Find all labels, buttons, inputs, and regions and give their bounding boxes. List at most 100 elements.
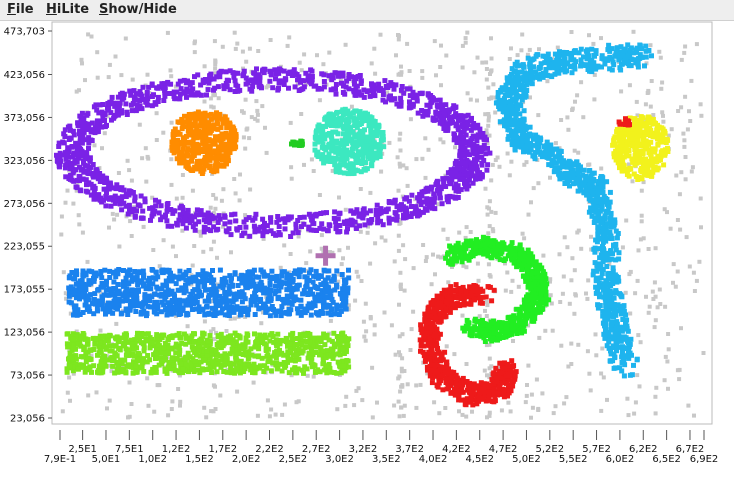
point-blue-bar	[291, 298, 297, 304]
noise-point	[379, 169, 384, 174]
scatter-plot-view[interactable]: 473,703 423,056 373,056 323,056 273,056 223,0…	[0, 21, 734, 489]
noise-point	[536, 181, 541, 186]
point-blue-bar	[308, 312, 314, 318]
noise-point	[218, 393, 223, 398]
menu-file[interactable]: File	[7, 2, 34, 17]
point-blue-bar	[195, 283, 201, 289]
point-outer-ring	[437, 195, 443, 201]
point-lime-bar	[192, 367, 198, 373]
point-outer-ring	[142, 199, 148, 205]
noise-point	[382, 310, 387, 315]
menu-show-hide[interactable]: Show/Hide	[99, 2, 177, 17]
point-outer-ring	[131, 88, 137, 94]
point-lime-bar	[64, 369, 70, 375]
noise-point	[311, 169, 316, 173]
point-blue-bar	[227, 283, 233, 289]
noise-point	[484, 77, 489, 82]
point-outer-ring	[441, 110, 447, 116]
point-blue-bar	[175, 304, 181, 310]
point-outer-ring	[69, 162, 75, 168]
point-outer-ring	[336, 73, 341, 79]
noise-point	[145, 376, 150, 381]
point-outer-ring	[222, 214, 228, 220]
point-blue-bar	[239, 289, 245, 295]
point-outer-ring	[84, 168, 90, 174]
noise-point	[661, 113, 665, 118]
point-outer-ring	[356, 89, 362, 95]
point-outer-ring	[270, 85, 276, 91]
point-blue-bar	[304, 290, 310, 296]
noise-point	[692, 289, 697, 293]
point-teal-blob	[358, 137, 364, 143]
point-lime-bar	[343, 335, 348, 341]
point-blue-bar	[96, 286, 102, 292]
point-blue-bar	[334, 268, 340, 274]
point-outer-ring	[429, 184, 434, 190]
noise-point	[562, 235, 567, 240]
noise-point	[361, 319, 366, 324]
point-outer-ring	[165, 79, 171, 85]
point-blue-bar	[173, 281, 179, 287]
point-outer-ring	[369, 87, 375, 92]
noise-point	[659, 86, 664, 91]
noise-point	[233, 191, 238, 196]
point-blue-bar	[298, 297, 304, 303]
scatter-plot-svg[interactable]: 473,703423,056373,056323,056273,056223,0…	[0, 21, 734, 489]
point-green-tick	[294, 141, 300, 147]
noise-point	[129, 402, 134, 406]
point-lime-bar	[67, 363, 73, 369]
point-orange-blob	[175, 130, 181, 136]
point-blue-bar	[206, 287, 212, 293]
noise-point	[400, 384, 405, 389]
noise-point	[682, 138, 687, 143]
noise-point	[127, 380, 132, 385]
point-outer-ring	[217, 74, 223, 80]
noise-point	[343, 207, 348, 212]
point-teal-blob	[360, 157, 366, 163]
noise-point	[486, 262, 491, 267]
point-blue-bar	[245, 270, 251, 275]
point-outer-ring	[299, 224, 304, 230]
point-outer-ring	[484, 167, 490, 173]
point-blue-bar	[220, 285, 226, 291]
noise-point	[592, 97, 597, 102]
point-outer-ring	[91, 104, 97, 110]
point-teal-blob	[338, 150, 344, 156]
noise-point	[484, 67, 489, 71]
point-outer-ring	[240, 73, 246, 79]
point-outer-ring	[134, 102, 140, 108]
point-lime-bar	[177, 348, 183, 353]
point-teal-blob	[376, 147, 382, 153]
noise-point	[565, 115, 570, 120]
noise-point	[576, 150, 581, 155]
point-outer-ring	[371, 82, 377, 88]
point-outer-ring	[389, 216, 395, 222]
menu-show-hide-rest: how/Hide	[108, 2, 177, 17]
noise-point	[241, 135, 246, 140]
noise-point	[297, 60, 302, 65]
menu-hilite[interactable]: HiLite	[46, 2, 89, 17]
noise-point	[59, 232, 64, 237]
noise-point	[373, 241, 378, 246]
point-blue-bar	[273, 288, 279, 294]
point-lime-bar	[190, 347, 196, 353]
noise-point	[441, 227, 446, 232]
noise-point	[487, 356, 492, 361]
noise-point	[288, 120, 293, 125]
noise-point	[80, 61, 84, 66]
noise-point	[309, 157, 314, 162]
noise-point	[537, 335, 542, 340]
point-blue-bar	[127, 306, 133, 312]
point-outer-ring	[437, 97, 443, 103]
point-outer-ring	[379, 88, 385, 93]
point-teal-blob	[347, 112, 353, 118]
point-orange-blob	[194, 124, 200, 130]
point-blue-bar	[153, 276, 159, 282]
point-outer-ring	[243, 81, 249, 87]
noise-point	[633, 291, 638, 296]
noise-point	[551, 411, 556, 416]
point-teal-blob	[375, 124, 380, 130]
noise-point	[197, 229, 202, 234]
point-blue-bar	[71, 304, 77, 310]
noise-point	[190, 263, 195, 268]
